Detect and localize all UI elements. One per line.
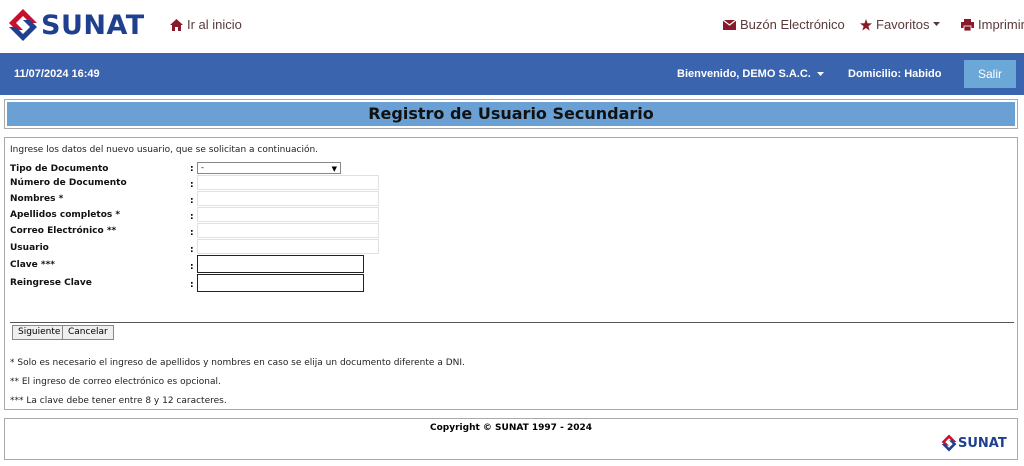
reingrese-label: Reingrese Clave bbox=[10, 278, 92, 288]
apellidos-label: Apellidos completos * bbox=[10, 210, 121, 220]
correo-label: Correo Electrónico ** bbox=[10, 226, 117, 236]
chevron-down-icon: ▼ bbox=[331, 165, 337, 173]
mailbox-label: Buzón Electrónico bbox=[740, 17, 845, 32]
home-link[interactable]: Ir al inicio bbox=[170, 17, 242, 32]
reingrese-clave-input[interactable] bbox=[197, 274, 364, 292]
caret-down-icon bbox=[933, 22, 941, 26]
print-link[interactable]: Imprimir bbox=[961, 17, 1024, 32]
favorites-menu[interactable]: Favoritos bbox=[860, 17, 941, 32]
colon: : bbox=[190, 212, 194, 222]
tipo-documento-value: - bbox=[201, 163, 204, 172]
colon: : bbox=[190, 164, 194, 174]
tipo-documento-select[interactable]: - ▼ bbox=[197, 162, 341, 174]
form-intro: Ingrese los datos del nuevo usuario, que… bbox=[10, 145, 319, 155]
clave-input[interactable] bbox=[197, 255, 364, 273]
next-button[interactable]: Siguiente bbox=[12, 325, 67, 340]
print-label: Imprimir bbox=[978, 17, 1024, 32]
cancel-button[interactable]: Cancelar bbox=[62, 325, 114, 340]
footer-logo-text: SUNAT bbox=[958, 435, 1007, 451]
user-menu[interactable]: Bienvenido, DEMO S.A.C. bbox=[677, 68, 824, 80]
domicilio-status: Domicilio: Habido bbox=[848, 68, 942, 80]
page-title-box: Registro de Usuario Secundario bbox=[4, 99, 1018, 129]
session-bar: 11/07/2024 16:49 Bienvenido, DEMO S.A.C.… bbox=[0, 53, 1024, 95]
note-3: *** La clave debe tener entre 8 y 12 car… bbox=[10, 396, 227, 406]
numero-documento-input[interactable] bbox=[197, 175, 379, 190]
colon: : bbox=[190, 196, 194, 206]
colon: : bbox=[190, 180, 194, 190]
note-2: ** El ingreso de correo electrónico es o… bbox=[10, 377, 221, 387]
note-1: * Solo es necesario el ingreso de apelli… bbox=[10, 358, 465, 368]
usuario-input[interactable] bbox=[197, 239, 379, 254]
sunat-logo[interactable]: SUNAT bbox=[8, 8, 145, 42]
colon: : bbox=[190, 262, 194, 272]
page-title: Registro de Usuario Secundario bbox=[7, 102, 1015, 126]
mailbox-link[interactable]: Buzón Electrónico bbox=[723, 17, 845, 32]
colon: : bbox=[190, 245, 194, 255]
nombres-input[interactable] bbox=[197, 191, 379, 206]
copyright-text: Copyright © SUNAT 1997 - 2024 bbox=[430, 423, 592, 433]
logout-button[interactable]: Salir bbox=[964, 60, 1016, 88]
apellidos-input[interactable] bbox=[197, 207, 379, 222]
correo-input[interactable] bbox=[197, 223, 379, 238]
logo-text: SUNAT bbox=[41, 9, 145, 41]
caret-down-icon bbox=[816, 72, 824, 76]
footer-logo: SUNAT bbox=[941, 434, 1007, 452]
star-icon bbox=[860, 18, 872, 31]
numero-documento-label: Número de Documento bbox=[10, 178, 127, 188]
colon: : bbox=[190, 228, 194, 238]
footer: Copyright © SUNAT 1997 - 2024 SUNAT bbox=[4, 418, 1018, 460]
favorites-label: Favoritos bbox=[876, 17, 930, 32]
registration-form: Ingrese los datos del nuevo usuario, que… bbox=[4, 137, 1018, 410]
session-datetime: 11/07/2024 16:49 bbox=[14, 68, 100, 80]
sunat-logo-icon bbox=[941, 434, 957, 452]
envelope-icon bbox=[723, 19, 736, 30]
welcome-text: Bienvenido, DEMO S.A.C. bbox=[677, 68, 811, 80]
form-divider bbox=[10, 322, 1014, 323]
colon: : bbox=[190, 280, 194, 290]
home-icon bbox=[170, 18, 183, 31]
nombres-label: Nombres * bbox=[10, 194, 64, 204]
sunat-logo-icon bbox=[9, 9, 37, 41]
top-header: SUNAT Ir al inicio Buzón Electrónico Fav… bbox=[0, 0, 1024, 52]
tipo-documento-label: Tipo de Documento bbox=[10, 164, 109, 174]
usuario-label: Usuario bbox=[10, 243, 49, 253]
printer-icon bbox=[961, 18, 974, 31]
home-link-label: Ir al inicio bbox=[187, 17, 242, 32]
clave-label: Clave *** bbox=[10, 260, 55, 270]
